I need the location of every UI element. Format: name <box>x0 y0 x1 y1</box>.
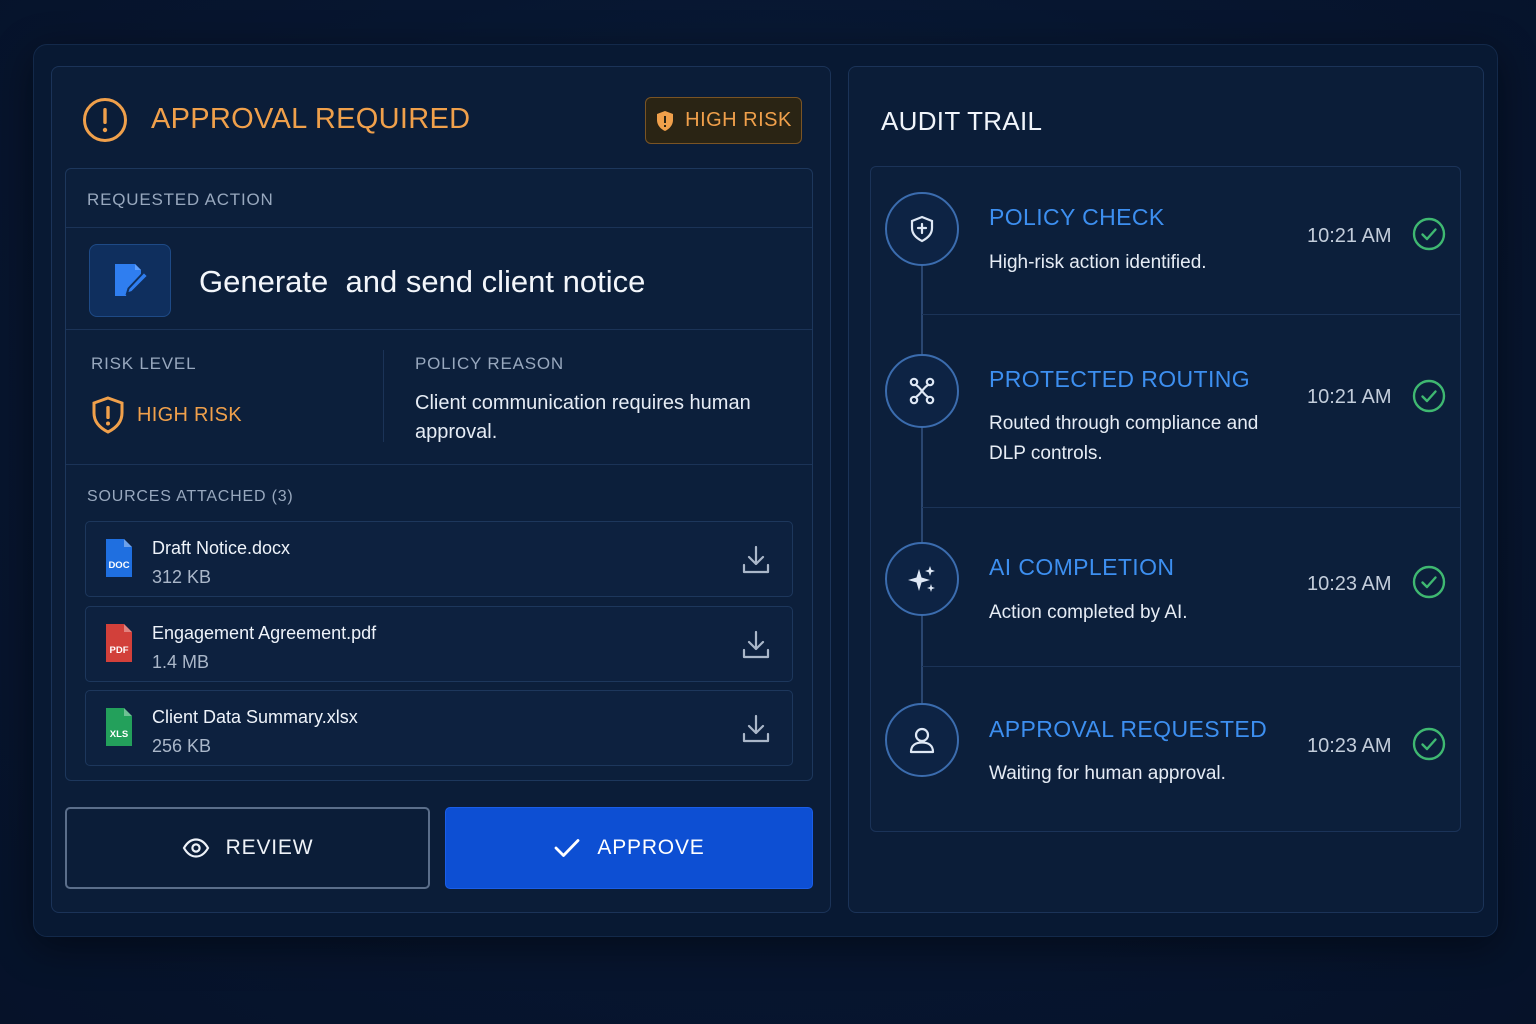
divider <box>922 666 1460 667</box>
audit-step-title: APPROVAL REQUESTED <box>989 716 1268 742</box>
timeline-line <box>921 265 923 705</box>
vertical-divider <box>383 350 384 442</box>
audit-step-title: PROTECTED ROUTING <box>989 366 1251 392</box>
policy-reason-label: POLICY REASON <box>415 354 564 373</box>
page-title: APPROVAL REQUIRED <box>151 103 471 135</box>
approve-button[interactable]: APPROVE <box>445 807 813 889</box>
file-row[interactable]: XLS Client Data Summary.xlsx 256 KB <box>85 690 793 766</box>
file-icon: XLS <box>106 708 132 746</box>
file-type-label: PDF <box>110 645 129 656</box>
audit-step-time: 10:21 AM <box>1307 225 1392 247</box>
check-circle-icon <box>1412 565 1446 599</box>
download-icon[interactable] <box>740 629 772 661</box>
audit-step-description: Waiting for human approval. <box>989 763 1226 784</box>
timeline-node <box>885 703 959 777</box>
audit-trail-title: AUDIT TRAIL <box>881 106 1043 136</box>
file-icon: PDF <box>106 624 132 662</box>
action-title: Generate and send client notice <box>199 264 646 299</box>
file-row[interactable]: DOC Draft Notice.docx 312 KB <box>85 521 793 597</box>
policy-reason-text: Client communication requires human appr… <box>415 392 751 443</box>
divider <box>66 227 812 228</box>
timeline-node <box>885 542 959 616</box>
check-circle-icon <box>1412 379 1446 413</box>
audit-step-title: AI COMPLETION <box>989 554 1175 580</box>
approve-button-label: APPROVE <box>597 836 705 859</box>
risk-level-value: HIGH RISK <box>91 396 242 434</box>
file-size: 312 KB <box>152 567 212 587</box>
user-icon <box>909 727 935 754</box>
high-risk-badge-label: HIGH RISK <box>685 109 792 131</box>
risk-level-label: RISK LEVEL <box>91 354 197 373</box>
file-size: 1.4 MB <box>152 652 210 672</box>
shield-alert-icon <box>657 110 674 131</box>
requested-action-label: REQUESTED ACTION <box>87 190 274 209</box>
file-size: 256 KB <box>152 736 212 756</box>
risk-level-text: HIGH RISK <box>137 403 242 426</box>
file-type-label: XLS <box>110 729 128 740</box>
audit-step-description: High-risk action identified. <box>989 252 1207 273</box>
edit-document-icon <box>115 263 149 296</box>
audit-step-title: POLICY CHECK <box>989 204 1165 230</box>
download-icon[interactable] <box>740 713 772 745</box>
divider <box>922 314 1460 315</box>
check-circle-icon <box>1412 217 1446 251</box>
sparkle-icon <box>908 566 935 592</box>
file-type-label: DOC <box>108 560 129 571</box>
divider <box>66 329 812 330</box>
timeline-node <box>885 192 959 266</box>
file-name: Draft Notice.docx <box>152 538 291 558</box>
file-row[interactable]: PDF Engagement Agreement.pdf 1.4 MB <box>85 606 793 682</box>
sources-label: SOURCES ATTACHED (3) <box>87 488 294 505</box>
check-icon <box>555 839 580 857</box>
shield-alert-icon <box>92 396 124 434</box>
audit-step-description: Routed through compliance and DLP contro… <box>989 413 1259 464</box>
high-risk-badge[interactable]: HIGH RISK <box>645 97 802 144</box>
file-icon: DOC <box>106 539 132 577</box>
download-icon[interactable] <box>740 544 772 576</box>
alert-icon <box>83 98 127 142</box>
shield-icon <box>910 215 934 243</box>
eye-icon <box>182 838 209 858</box>
audit-step-time: 10:21 AM <box>1307 386 1392 408</box>
audit-step-description: Action completed by AI. <box>989 602 1188 623</box>
review-button[interactable]: REVIEW <box>65 807 430 889</box>
divider <box>922 507 1460 508</box>
audit-step-time: 10:23 AM <box>1307 573 1392 595</box>
divider <box>66 464 812 465</box>
timeline-node <box>885 354 959 428</box>
routing-icon <box>909 377 935 405</box>
file-name: Engagement Agreement.pdf <box>152 623 377 643</box>
check-circle-icon <box>1412 727 1446 761</box>
file-name: Client Data Summary.xlsx <box>152 707 358 727</box>
audit-step-time: 10:23 AM <box>1307 735 1392 757</box>
review-button-label: REVIEW <box>225 836 314 859</box>
action-icon-box <box>89 244 171 317</box>
